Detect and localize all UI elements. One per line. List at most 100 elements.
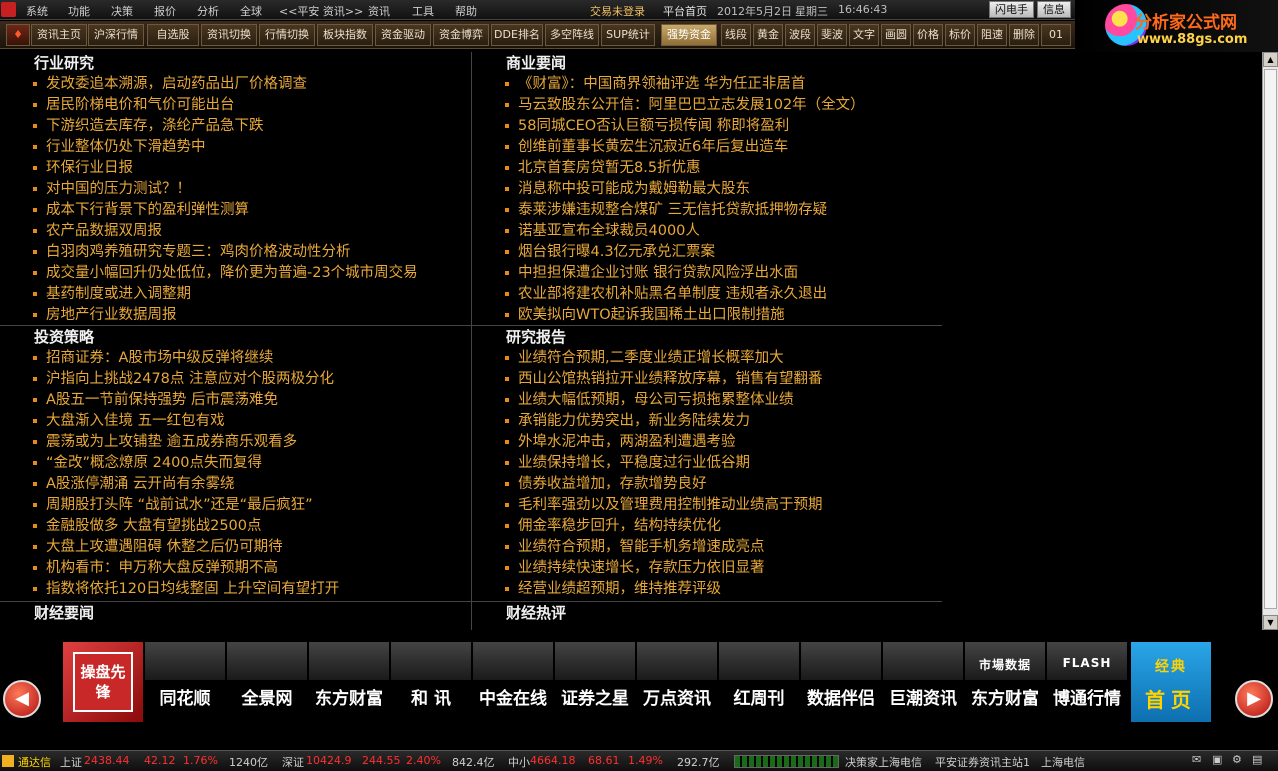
toolbar-delete[interactable]: 删除 [1009, 24, 1039, 46]
news-item[interactable]: 58同城CEO否认巨额亏损传闻 称即将盈利 [472, 116, 943, 137]
news-item[interactable]: 机构看市：申万称大盘反弹预期不高 [0, 558, 471, 579]
site-tile[interactable]: 数据伴侣 [801, 642, 881, 722]
menu-tools[interactable]: 工具 [412, 3, 434, 19]
news-item[interactable]: 消息称中投可能成为戴姆勒最大股东 [472, 179, 943, 200]
site-tile[interactable]: 东方财富 [309, 642, 389, 722]
toolbar-resistance[interactable]: 阻速 [977, 24, 1007, 46]
toolbar-quote-switch[interactable]: 行情切换 [259, 24, 315, 46]
site-tile[interactable]: 全景网 [227, 642, 307, 722]
news-item[interactable]: 金融股做多 大盘有望挑战2500点 [0, 516, 471, 537]
news-item[interactable]: 大盘渐入佳境 五一红包有戏 [0, 411, 471, 432]
menu-pingan-info[interactable]: <<平安 资讯>> [279, 3, 363, 19]
flash-trade-button[interactable]: 闪电手 [989, 1, 1034, 18]
toolbar-band[interactable]: 波段 [785, 24, 815, 46]
news-item[interactable]: 下游织造去库存，涤纶产品急下跌 [0, 116, 471, 137]
toolbar-price[interactable]: 价格 [913, 24, 943, 46]
menu-help[interactable]: 帮助 [455, 3, 477, 19]
prev-arrow-icon[interactable]: ◀ [3, 680, 41, 718]
toolbar-price-label[interactable]: 标价 [945, 24, 975, 46]
news-item[interactable]: 马云致股东公开信：阿里巴巴立志发展102年（全文） [472, 95, 943, 116]
next-arrow-icon[interactable]: ▶ [1235, 680, 1273, 718]
news-item[interactable]: 业绩保持增长，平稳度过行业低谷期 [472, 453, 943, 474]
news-item[interactable]: 中担担保遭企业讨账 银行贷款风险浮出水面 [472, 263, 943, 284]
toolbar-fund-game[interactable]: 资金博弈 [433, 24, 489, 46]
toolbar-logo-button[interactable]: ♦ [6, 24, 30, 46]
tile-caopan-xianfeng[interactable]: 操盘先锋 [63, 642, 143, 722]
toolbar-fibonacci[interactable]: 斐波 [817, 24, 847, 46]
menu-global[interactable]: 全球 [240, 3, 262, 19]
menu-info[interactable]: 资讯 [368, 3, 390, 19]
site-tile[interactable]: 巨潮资讯 [883, 642, 963, 722]
site-tile[interactable]: 中金在线 [473, 642, 553, 722]
news-item[interactable]: 业绩符合预期，智能手机务增速成亮点 [472, 537, 943, 558]
tile-home[interactable]: 经典 首页 [1131, 642, 1211, 722]
news-item[interactable]: 居民阶梯电价和气价可能出台 [0, 95, 471, 116]
scroll-thumb[interactable] [1264, 69, 1277, 609]
toolbar-gold[interactable]: 黄金 [753, 24, 783, 46]
news-item[interactable]: 业绩符合预期,二季度业绩正增长概率加大 [472, 348, 943, 369]
news-item[interactable]: 欧美拟向WTO起诉我国稀土出口限制措施 [472, 305, 943, 325]
news-item[interactable]: 沪指向上挑战2478点 注意应对个股两极分化 [0, 369, 471, 390]
menu-system[interactable]: 系统 [26, 3, 48, 19]
scroll-up-icon[interactable]: ▲ [1263, 52, 1278, 67]
news-item[interactable]: 毛利率强劲以及管理费用控制推动业绩高于预期 [472, 495, 943, 516]
news-item[interactable]: 环保行业日报 [0, 158, 471, 179]
news-item[interactable]: 对中国的压力测试？！ [0, 179, 471, 200]
news-item[interactable]: 周期股打头阵 “战前试水”还是“最后疯狂” [0, 495, 471, 516]
site-tile[interactable]: FLASH 博通行情 [1047, 642, 1127, 722]
toolbar-strong-funds[interactable]: 强势资金 [661, 24, 717, 46]
news-item[interactable]: 震荡或为上攻铺垫 逾五成券商乐观看多 [0, 432, 471, 453]
news-item[interactable]: “金改”概念燎原 2400点失而复得 [0, 453, 471, 474]
alert-icon[interactable]: ▣ [1212, 753, 1222, 766]
site-tile[interactable]: 红周刊 [719, 642, 799, 722]
menu-quote[interactable]: 报价 [154, 3, 176, 19]
toolbar-01[interactable]: 01 [1041, 24, 1071, 46]
news-item[interactable]: 成本下行背景下的盈利弹性测算 [0, 200, 471, 221]
news-item[interactable]: 创维前董事长黄宏生沉寂近6年后复出造车 [472, 137, 943, 158]
site-tile[interactable]: 和 讯 [391, 642, 471, 722]
toolbar-watchlist[interactable]: 自选股 [147, 24, 199, 46]
toolbar-text[interactable]: 文字 [849, 24, 879, 46]
news-item[interactable]: 债券收益增加，存款增势良好 [472, 474, 943, 495]
news-item[interactable]: 《财富》：中国商界领袖评选 华为任正非居首 [472, 74, 943, 95]
toolbar-info-switch[interactable]: 资讯切换 [201, 24, 257, 46]
news-item[interactable]: 指数将依托120日均线整固 上升空间有望打开 [0, 579, 471, 600]
menu-decision[interactable]: 决策 [111, 3, 133, 19]
news-item[interactable]: 外埠水泥冲击，两湖盈利遭遇考验 [472, 432, 943, 453]
toolbar-line-segment[interactable]: 线段 [721, 24, 751, 46]
settings-icon[interactable]: ⚙ [1232, 753, 1242, 766]
news-item[interactable]: 发改委追本溯源，启动药品出厂价格调查 [0, 74, 471, 95]
news-item[interactable]: A股五一节前保持强势 后市震荡难免 [0, 390, 471, 411]
news-item[interactable]: 诺基亚宣布全球裁员4000人 [472, 221, 943, 242]
news-item[interactable]: 北京首套房贷暂无8.5折优惠 [472, 158, 943, 179]
news-item[interactable]: 经营业绩超预期，维持推荐评级 [472, 579, 943, 600]
vertical-scrollbar[interactable]: ▲ ▼ [1262, 52, 1278, 630]
toolbar-fund-drive[interactable]: 资金驱动 [375, 24, 431, 46]
news-item[interactable]: 承销能力优势突出，新业务陆续发力 [472, 411, 943, 432]
news-item[interactable]: 基药制度或进入调整期 [0, 284, 471, 305]
news-item[interactable]: 泰莱涉嫌违规整合煤矿 三无信托贷款抵押物存疑 [472, 200, 943, 221]
toolbar-dde-rank[interactable]: DDE排名 [491, 24, 543, 46]
news-item[interactable]: 西山公馆热销拉开业绩释放序幕，销售有望翻番 [472, 369, 943, 390]
mail-icon[interactable]: ✉ [1192, 753, 1201, 766]
news-item[interactable]: 农产品数据双周报 [0, 221, 471, 242]
news-item[interactable]: 成交量小幅回升仍处低位，降价更为普遍-23个城市周交易 [0, 263, 471, 284]
info-button[interactable]: 信息 [1037, 1, 1071, 18]
menu-analysis[interactable]: 分析 [197, 3, 219, 19]
news-item[interactable]: 白羽肉鸡养殖研究专题三：鸡肉价格波动性分析 [0, 242, 471, 263]
toolbar-hs-quote[interactable]: 沪深行情 [88, 24, 144, 46]
toolbar-long-short[interactable]: 多空阵线 [545, 24, 599, 46]
site-tile[interactable]: 万点资讯 [637, 642, 717, 722]
menu-function[interactable]: 功能 [68, 3, 90, 19]
site-tile[interactable]: 证券之星 [555, 642, 635, 722]
scroll-down-icon[interactable]: ▼ [1263, 615, 1278, 630]
site-tile[interactable]: 同花顺 [145, 642, 225, 722]
news-item[interactable]: 烟台银行曝4.3亿元承兑汇票案 [472, 242, 943, 263]
news-item[interactable]: A股涨停潮涌 云开尚有余雾绕 [0, 474, 471, 495]
site-tile[interactable]: 市場数据 东方财富 [965, 642, 1045, 722]
window-icon[interactable]: ▤ [1252, 753, 1262, 766]
news-item[interactable]: 业绩大幅低预期，母公司亏损拖累整体业绩 [472, 390, 943, 411]
toolbar-sup-stats[interactable]: SUP统计 [601, 24, 655, 46]
toolbar-circle[interactable]: 画圆 [881, 24, 911, 46]
toolbar-sector-index[interactable]: 板块指数 [317, 24, 373, 46]
